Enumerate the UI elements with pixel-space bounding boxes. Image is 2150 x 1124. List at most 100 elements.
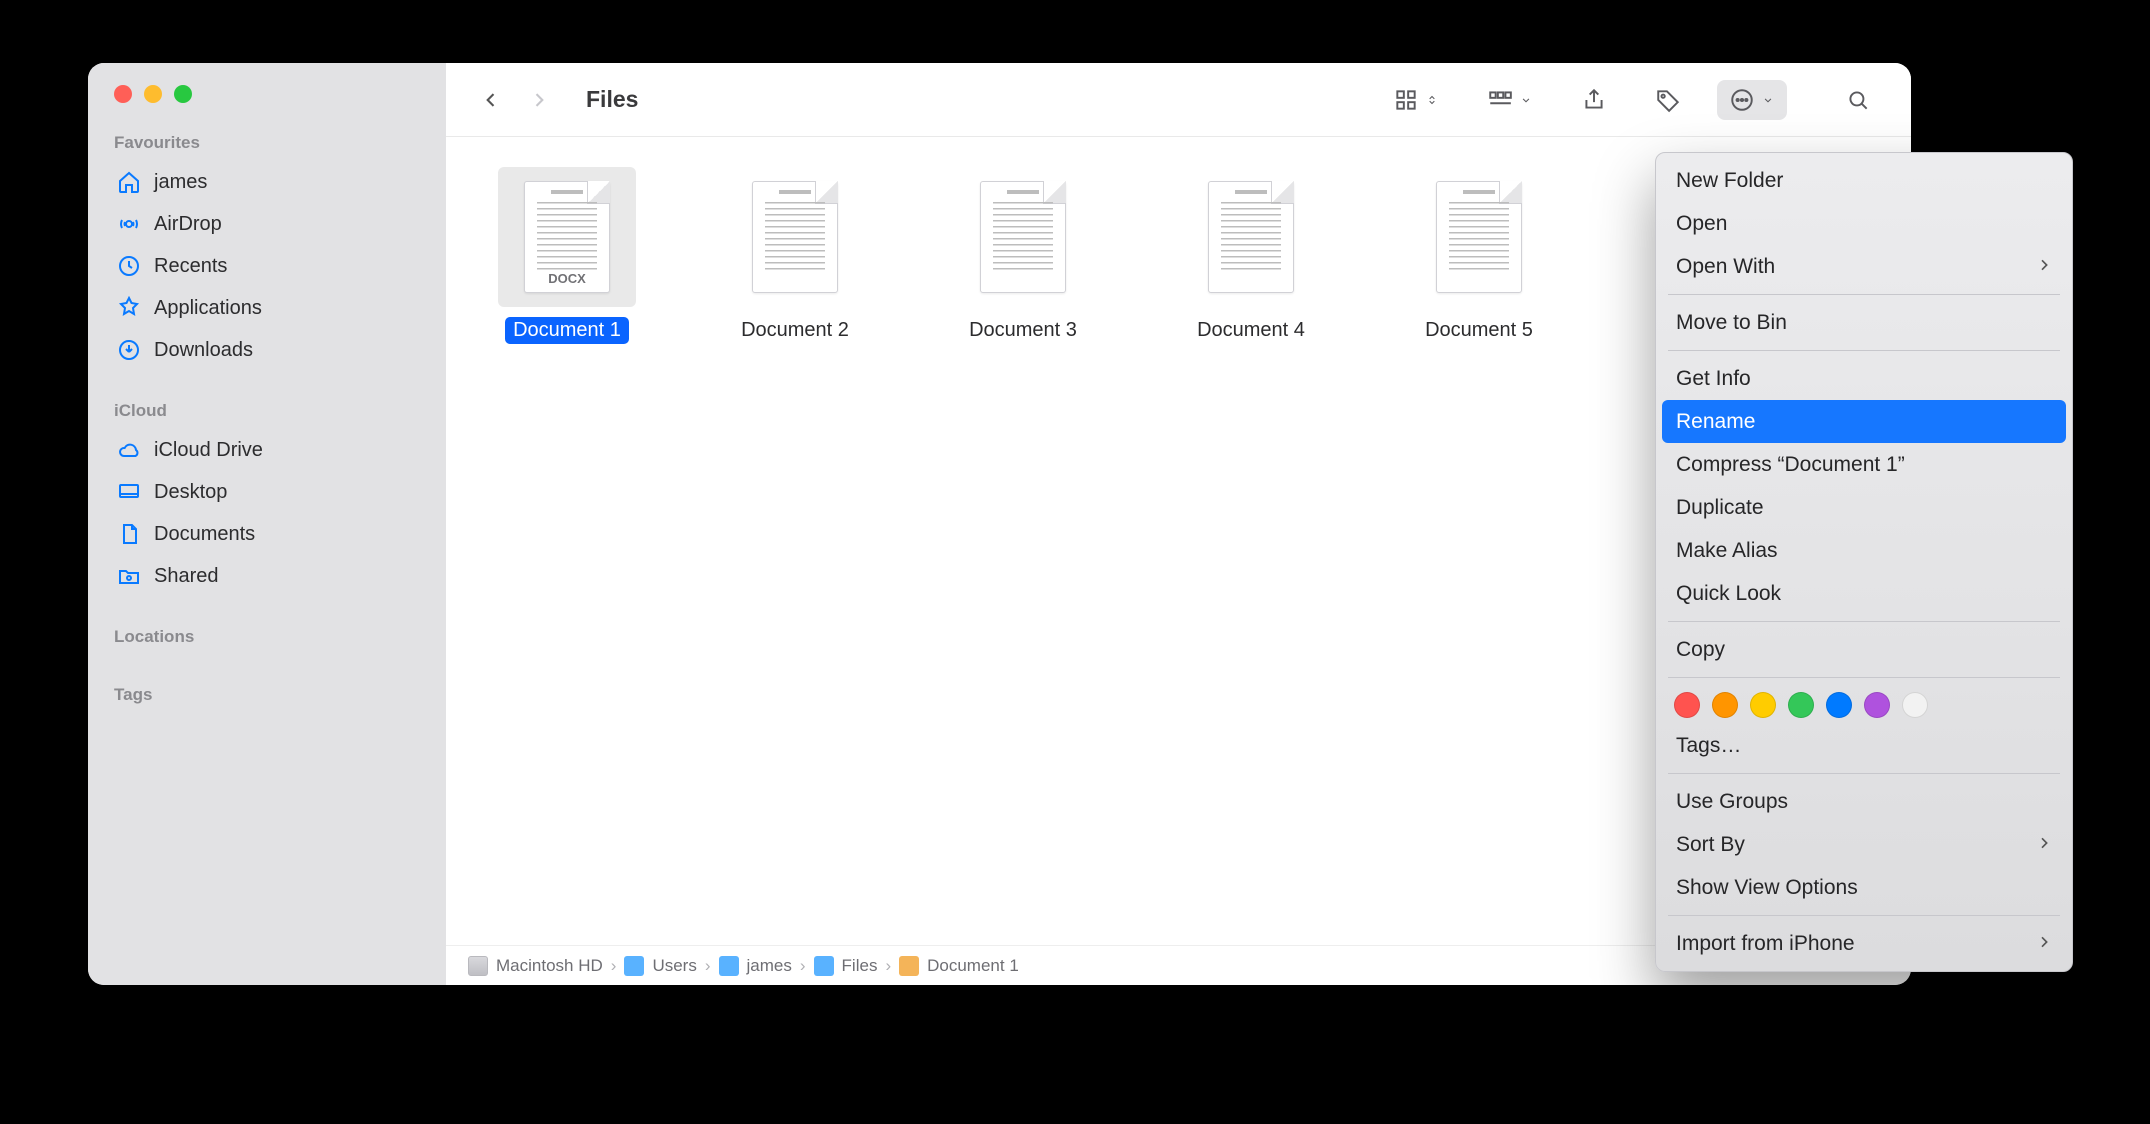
- tag-dot-red[interactable]: [1674, 692, 1700, 718]
- maximize-button[interactable]: [174, 85, 192, 103]
- tag-icon: [1655, 87, 1681, 113]
- file-item[interactable]: Document 2: [710, 167, 880, 344]
- menu-item-duplicate[interactable]: Duplicate: [1656, 486, 2072, 529]
- home-icon: [116, 169, 142, 195]
- sidebar-item-label: Shared: [154, 565, 219, 588]
- file-item[interactable]: Document 5: [1394, 167, 1564, 344]
- menu-item-label: Open: [1676, 212, 1727, 236]
- actions-button[interactable]: [1717, 80, 1787, 120]
- sidebar-heading-tags[interactable]: Tags: [106, 681, 432, 713]
- sidebar-heading-favourites: Favourites: [106, 129, 432, 161]
- grid-icon: [1393, 87, 1419, 113]
- menu-item-new-folder[interactable]: New Folder: [1656, 159, 2072, 202]
- menu-item-label: Move to Bin: [1676, 311, 1787, 335]
- chevron-right-icon: ›: [800, 956, 806, 976]
- sidebar-item-airdrop[interactable]: AirDrop: [106, 203, 432, 245]
- menu-item-label: Make Alias: [1676, 539, 1778, 563]
- sidebar-item-james[interactable]: james: [106, 161, 432, 203]
- menu-item-show-view-options[interactable]: Show View Options: [1656, 866, 2072, 909]
- chevron-right-icon: ›: [611, 956, 617, 976]
- sidebar-item-label: iCloud Drive: [154, 439, 263, 462]
- tag-button[interactable]: [1643, 80, 1693, 120]
- folder-icon: [814, 956, 834, 976]
- file-label[interactable]: Document 1: [505, 317, 629, 344]
- menu-item-move-to-bin[interactable]: Move to Bin: [1656, 301, 2072, 344]
- file-item[interactable]: DOCX Document 1: [482, 167, 652, 344]
- file-label[interactable]: Document 4: [1189, 317, 1313, 344]
- chevron-right-icon: ›: [885, 956, 891, 976]
- sidebar-item-applications[interactable]: Applications: [106, 287, 432, 329]
- sidebar-item-desktop[interactable]: Desktop: [106, 471, 432, 513]
- menu-item-compress-document-1[interactable]: Compress “Document 1”: [1656, 443, 2072, 486]
- chevron-right-icon: [2036, 255, 2052, 279]
- path-segment[interactable]: Files: [814, 956, 878, 976]
- menu-item-label: Rename: [1676, 410, 1755, 434]
- file-thumbnail-icon: DOCX: [524, 181, 610, 293]
- path-label: Macintosh HD: [496, 956, 603, 976]
- group-icon: [1487, 87, 1513, 113]
- tag-dot-yellow[interactable]: [1750, 692, 1776, 718]
- updown-icon: [1425, 93, 1439, 107]
- sidebar-item-documents[interactable]: Documents: [106, 513, 432, 555]
- menu-item-label: Compress “Document 1”: [1676, 453, 1905, 477]
- path-segment[interactable]: james: [719, 956, 792, 976]
- tag-dot-orange[interactable]: [1712, 692, 1738, 718]
- sidebar-heading-icloud: iCloud: [106, 397, 432, 429]
- menu-item-make-alias[interactable]: Make Alias: [1656, 529, 2072, 572]
- path-segment[interactable]: Macintosh HD: [468, 956, 603, 976]
- path-label: Files: [842, 956, 878, 976]
- file-label[interactable]: Document 5: [1417, 317, 1541, 344]
- disk-icon: [468, 956, 488, 976]
- minimize-button[interactable]: [144, 85, 162, 103]
- applications-icon: [116, 295, 142, 321]
- ellipsis-circle-icon: [1729, 87, 1755, 113]
- view-mode-button[interactable]: [1381, 80, 1451, 120]
- sidebar-item-label: Desktop: [154, 481, 227, 504]
- file-item[interactable]: Document 4: [1166, 167, 1336, 344]
- menu-item-get-info[interactable]: Get Info: [1656, 357, 2072, 400]
- menu-item-label: Quick Look: [1676, 582, 1781, 606]
- nav-back-button[interactable]: [474, 83, 508, 117]
- context-menu: New Folder Open Open With Move to Bin Get In…: [1655, 152, 2073, 972]
- share-icon: [1581, 87, 1607, 113]
- sidebar-heading-locations[interactable]: Locations: [106, 623, 432, 655]
- menu-item-rename[interactable]: Rename: [1662, 400, 2066, 443]
- menu-item-sort-by[interactable]: Sort By: [1656, 823, 2072, 866]
- sidebar-item-icloud-drive[interactable]: iCloud Drive: [106, 429, 432, 471]
- sidebar-item-shared[interactable]: Shared: [106, 555, 432, 597]
- sidebar-item-downloads[interactable]: Downloads: [106, 329, 432, 371]
- sidebar-item-label: AirDrop: [154, 213, 222, 236]
- close-button[interactable]: [114, 85, 132, 103]
- menu-item-tags[interactable]: Tags…: [1656, 724, 2072, 767]
- menu-item-label: Open With: [1676, 255, 1775, 279]
- menu-item-copy[interactable]: Copy: [1656, 628, 2072, 671]
- share-button[interactable]: [1569, 80, 1619, 120]
- menu-item-import-from-iphone[interactable]: Import from iPhone: [1656, 922, 2072, 965]
- search-button[interactable]: [1833, 80, 1883, 120]
- chevron-down-icon: [1519, 93, 1533, 107]
- path-label: james: [747, 956, 792, 976]
- menu-item-open-with[interactable]: Open With: [1656, 245, 2072, 288]
- sidebar-item-recents[interactable]: Recents: [106, 245, 432, 287]
- path-segment[interactable]: Document 1: [899, 956, 1019, 976]
- clock-icon: [116, 253, 142, 279]
- nav-forward-button[interactable]: [522, 83, 556, 117]
- menu-item-label: New Folder: [1676, 169, 1783, 193]
- menu-item-use-groups[interactable]: Use Groups: [1656, 780, 2072, 823]
- sidebar: Favourites james AirDrop Recents Applica…: [88, 63, 446, 985]
- group-by-button[interactable]: [1475, 80, 1545, 120]
- menu-item-label: Import from iPhone: [1676, 932, 1855, 956]
- file-label[interactable]: Document 3: [961, 317, 1085, 344]
- menu-item-quick-look[interactable]: Quick Look: [1656, 572, 2072, 615]
- menu-item-open[interactable]: Open: [1656, 202, 2072, 245]
- file-thumbnail-icon: [1436, 181, 1522, 293]
- file-item[interactable]: Document 3: [938, 167, 1108, 344]
- tag-dot-none[interactable]: [1902, 692, 1928, 718]
- sidebar-item-label: Downloads: [154, 339, 253, 362]
- path-segment[interactable]: Users: [624, 956, 696, 976]
- file-label[interactable]: Document 2: [733, 317, 857, 344]
- tag-dot-purple[interactable]: [1864, 692, 1890, 718]
- tag-dot-green[interactable]: [1788, 692, 1814, 718]
- sidebar-item-label: Documents: [154, 523, 255, 546]
- tag-dot-blue[interactable]: [1826, 692, 1852, 718]
